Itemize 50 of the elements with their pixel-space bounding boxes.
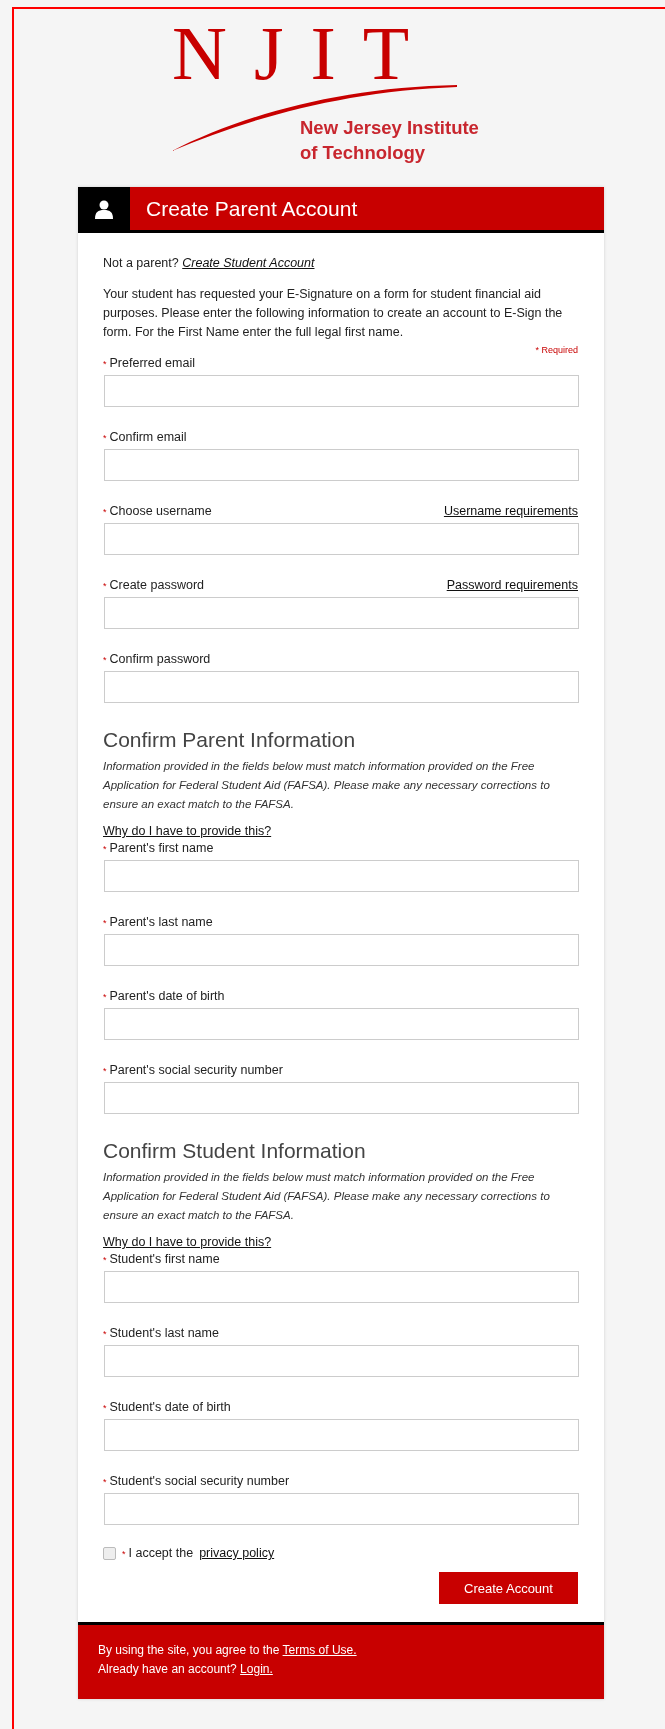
input-field[interactable] [104,375,579,407]
privacy-link[interactable]: privacy policy [199,1546,275,1560]
create-student-link[interactable]: Create Student Account [182,256,315,270]
why-link[interactable]: Why do I have to provide this? [103,824,272,838]
input-field[interactable] [104,597,579,629]
field-label: * Confirm email [103,430,187,444]
field-label: * Student's social security number [103,1474,290,1488]
input-field[interactable] [104,449,579,481]
input-field[interactable] [104,1493,579,1525]
field-label: * Confirm password [103,652,211,666]
field-label: * Parent's social security number [103,1063,283,1077]
footer-text: Already have an account? [98,1662,238,1676]
input-field[interactable] [104,1419,579,1451]
section-heading: Confirm Parent Information [103,727,357,753]
input-field[interactable] [104,934,579,966]
intro-text: Not a parent? [103,256,180,270]
card-title: Create Parent Account [145,195,358,222]
description-text: Your student has requested your E-Signature on a form for student financial aid purposes. Please enter the following information to create an account to E-Sign the form. For the First Name enter the full legal first name. [103,286,564,341]
logo-subtitle: New Jersey Institute of Technology [300,116,479,165]
person-icon [94,198,114,219]
footer-text: By using the site, you agree to the [98,1643,281,1657]
input-field[interactable] [104,1271,579,1303]
section-note: Information provided in the fields below must match information provided on the Free Application for Federal Student Aid (FAFSA). Please make any necessary corrections to ensure an exact match to the FAFSA. [103,759,551,812]
section-note: Information provided in the fields below must match information provided on the Free Application for Federal Student Aid (FAFSA). Please make any necessary corrections to ensure an exact match to the FAFSA. [103,1170,551,1223]
footer-link[interactable]: Login. [240,1662,273,1676]
field-label: * Parent's last name [103,915,213,929]
field-label: * Student's date of birth [103,1400,231,1414]
required-note: * Required [534,344,578,356]
requirements-link[interactable]: Password requirements [446,578,578,592]
requirements-link[interactable]: Username requirements [443,504,578,518]
input-field[interactable] [104,523,579,555]
input-field[interactable] [104,860,579,892]
input-field[interactable] [104,1345,579,1377]
create-account-button[interactable]: Create Account [439,1572,578,1604]
field-label: * Create password [103,578,204,592]
section-heading: Confirm Student Information [103,1138,367,1164]
input-field[interactable] [104,1082,579,1114]
input-field[interactable] [104,671,579,703]
consent-text: * I accept the [122,1546,194,1560]
field-label: * Parent's date of birth [103,989,225,1003]
footer-link[interactable]: Terms of Use. [282,1643,357,1657]
field-label: * Choose username [103,504,212,518]
input-field[interactable] [104,1008,579,1040]
field-label: * Parent's first name [103,841,214,855]
field-label: * Student's first name [103,1252,220,1266]
why-link[interactable]: Why do I have to provide this? [103,1235,272,1249]
logo-letters: NJIT [172,17,437,89]
field-label: * Preferred email [103,356,195,370]
field-label: * Student's last name [103,1326,219,1340]
checkbox[interactable] [103,1546,116,1560]
